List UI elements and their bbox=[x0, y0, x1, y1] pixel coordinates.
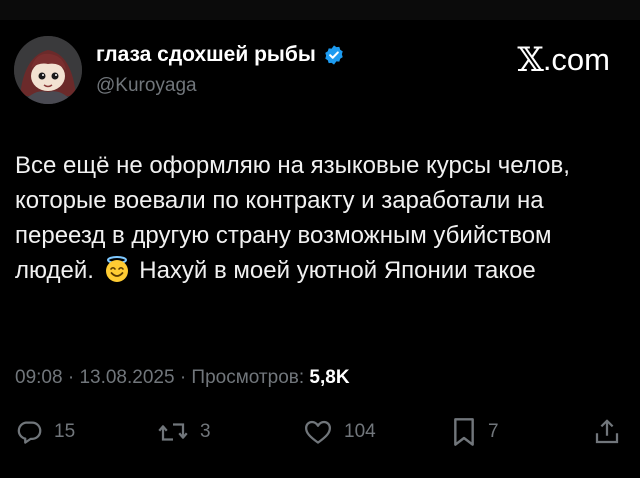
tweet-time[interactable]: 09:08 bbox=[15, 367, 63, 388]
smiling-face-with-halo-icon bbox=[103, 255, 131, 283]
share-icon bbox=[592, 417, 622, 447]
repost-button[interactable]: 3 bbox=[156, 414, 211, 450]
meta-separator: · bbox=[179, 367, 187, 388]
avatar-image bbox=[14, 36, 82, 104]
x-logo-icon: 𝕏 bbox=[517, 40, 543, 80]
bookmark-button[interactable]: 7 bbox=[450, 414, 499, 450]
meta-separator: · bbox=[67, 367, 75, 388]
action-bar: 15 3 104 7 bbox=[0, 414, 640, 450]
top-bar bbox=[0, 0, 640, 20]
repost-count: 3 bbox=[200, 421, 211, 442]
reply-button[interactable]: 15 bbox=[14, 414, 75, 450]
tweet-date[interactable]: 13.08.2025 bbox=[79, 367, 174, 388]
x-com-logo: 𝕏 .com bbox=[517, 40, 610, 80]
like-button[interactable]: 104 bbox=[302, 414, 376, 450]
bookmark-icon bbox=[450, 416, 478, 448]
share-button[interactable] bbox=[592, 414, 622, 450]
repost-icon bbox=[156, 417, 190, 447]
tweet-text: Все ещё не оформляю на языковые курсы че… bbox=[15, 148, 615, 288]
logo-suffix: .com bbox=[542, 42, 610, 77]
views-label: Просмотров: bbox=[191, 367, 305, 388]
author-name-row[interactable]: глаза сдохшей рыбы bbox=[96, 43, 345, 67]
heart-icon bbox=[302, 417, 334, 447]
reply-count: 15 bbox=[54, 421, 76, 442]
tweet-meta: 09:08 · 13.08.2025 · Просмотров: 5,8K bbox=[15, 367, 350, 389]
views-count: 5,8K bbox=[309, 367, 350, 388]
reply-icon bbox=[14, 417, 44, 447]
bookmark-count: 7 bbox=[488, 421, 499, 442]
tweet-text-end: Нахуй в моей уютной Японии такое bbox=[139, 257, 536, 284]
author-handle[interactable]: @Kuroyaga bbox=[96, 75, 197, 97]
author-display-name[interactable]: глаза сдохшей рыбы bbox=[96, 43, 316, 67]
verified-badge-icon bbox=[323, 44, 345, 66]
like-count: 104 bbox=[344, 421, 376, 442]
avatar[interactable] bbox=[14, 36, 82, 104]
